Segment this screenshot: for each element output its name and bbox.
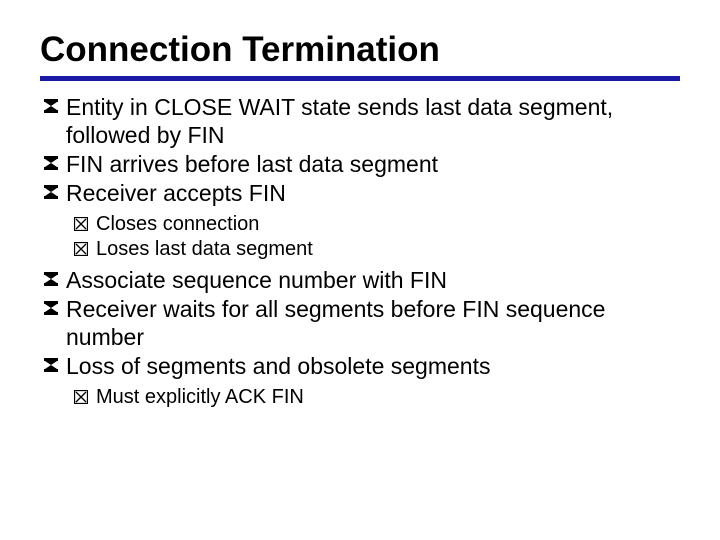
bullet-level2: Must explicitly ACK FIN (74, 385, 680, 410)
bullet-text: FIN arrives before last data segment (66, 150, 680, 178)
slide-title: Connection Termination (40, 30, 680, 70)
box-x-icon (74, 237, 96, 256)
bullet-text: Loss of segments and obsolete segments (66, 352, 680, 380)
bullet-text: Receiver accepts FIN (66, 179, 680, 207)
bullet-text: Closes connection (96, 212, 680, 237)
hourglass-icon (44, 150, 66, 170)
bullet-level1: Associate sequence number with FIN (44, 266, 680, 294)
hourglass-icon (44, 352, 66, 372)
hourglass-icon (44, 295, 66, 315)
hourglass-icon (44, 179, 66, 199)
box-x-icon (74, 212, 96, 231)
bullet-text: Entity in CLOSE WAIT state sends last da… (66, 93, 680, 149)
bullet-level1: FIN arrives before last data segment (44, 150, 680, 178)
bullet-text: Receiver waits for all segments before F… (66, 295, 680, 351)
bullet-level1: Entity in CLOSE WAIT state sends last da… (44, 93, 680, 149)
bullet-level2: Loses last data segment (74, 237, 680, 262)
bullet-text: Must explicitly ACK FIN (96, 385, 680, 410)
bullet-level1: Receiver waits for all segments before F… (44, 295, 680, 351)
bullet-level2: Closes connection (74, 212, 680, 237)
bullet-level1: Receiver accepts FIN (44, 179, 680, 207)
bullet-text: Loses last data segment (96, 237, 680, 262)
bullet-level1: Loss of segments and obsolete segments (44, 352, 680, 380)
box-x-icon (74, 385, 96, 404)
hourglass-icon (44, 266, 66, 286)
title-underline (40, 76, 680, 81)
slide-body: Entity in CLOSE WAIT state sends last da… (40, 93, 680, 410)
bullet-text: Associate sequence number with FIN (66, 266, 680, 294)
hourglass-icon (44, 93, 66, 113)
